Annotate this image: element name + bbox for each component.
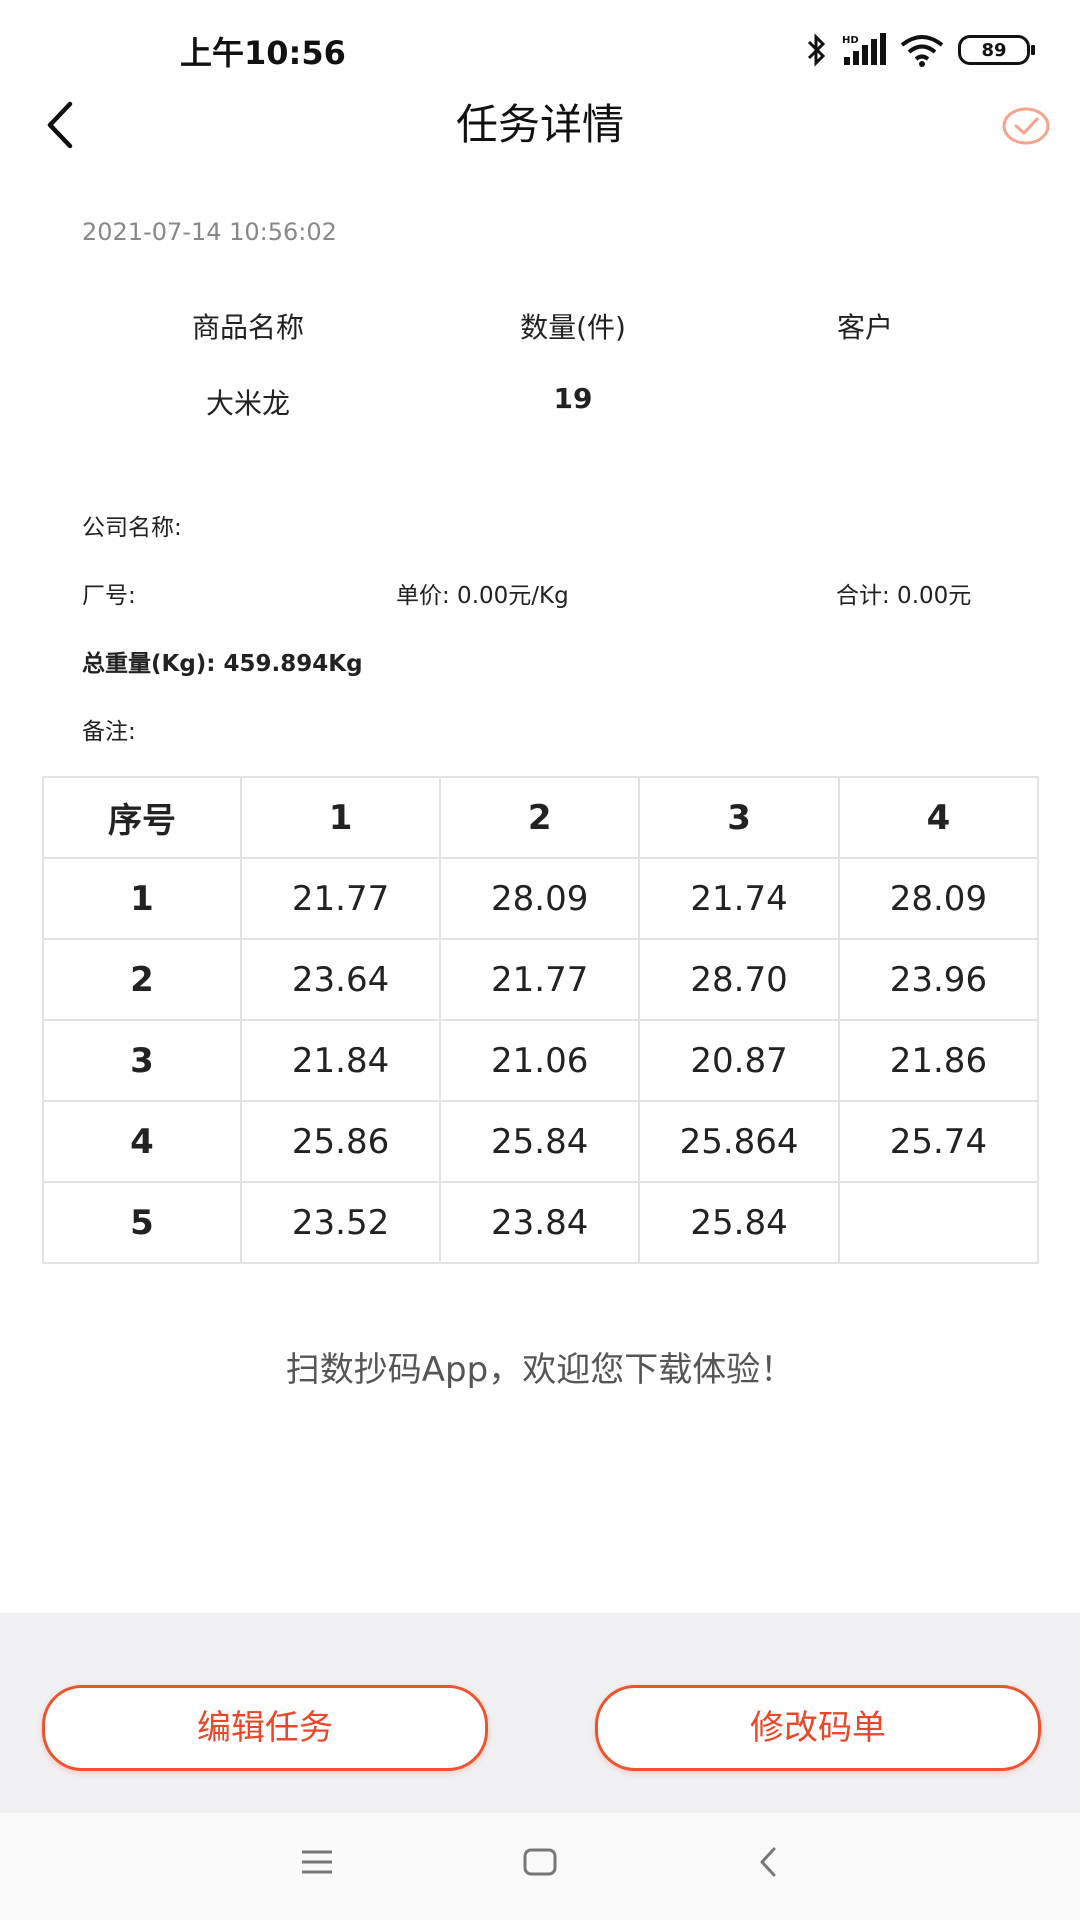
modify-code-sheet-button[interactable]: 修改码单 [595, 1685, 1041, 1771]
header-customer: 客户 [836, 311, 893, 344]
table-header: 序号 [42, 776, 242, 859]
table-cell: 23.52 [239, 1181, 442, 1264]
header-product-name: 商品名称 [191, 311, 304, 344]
table-cell: 28.09 [439, 857, 641, 940]
unit-price: 单价: 0.00元/Kg [396, 583, 569, 609]
battery-icon: 89 [958, 35, 1035, 65]
table-header-row: 序号 1 2 3 4 [42, 776, 1040, 859]
table-cell: 21.84 [239, 1019, 442, 1102]
weight-table: 序号 1 2 3 4 1 21.77 28.09 21.74 28.09 2 2… [42, 776, 1040, 1264]
table-row: 4 25.86 25.84 25.864 25.74 [42, 1100, 1040, 1183]
table-cell: 25.86 [239, 1100, 442, 1183]
bluetooth-icon [806, 33, 828, 67]
status-icons: HD 89 [806, 30, 1035, 70]
menu-icon[interactable] [300, 1847, 334, 1881]
value-quantity: 19 [553, 382, 593, 415]
svg-text:HD: HD [842, 35, 859, 46]
table-cell: 25.74 [837, 1100, 1040, 1183]
table-cell [837, 1181, 1040, 1264]
table-header: 1 [239, 776, 442, 859]
wifi-icon [900, 33, 944, 67]
home-square-icon[interactable] [522, 1847, 558, 1881]
table-cell: 28.70 [638, 938, 840, 1021]
back-triangle-icon[interactable] [756, 1847, 780, 1881]
remark: 备注: [82, 719, 136, 745]
status-time: 上午10:56 [180, 34, 346, 72]
task-timestamp: 2021-07-14 10:56:02 [82, 218, 337, 246]
table-row: 2 23.64 21.77 28.70 23.96 [42, 938, 1040, 1021]
table-cell: 23.64 [239, 938, 442, 1021]
action-area: 编辑任务 修改码单 [0, 1613, 1080, 1813]
table-row: 3 21.84 21.06 20.87 21.86 [42, 1019, 1040, 1102]
table-cell: 25.864 [638, 1100, 840, 1183]
signal-hd-icon: HD [842, 33, 886, 67]
table-cell: 5 [42, 1181, 242, 1264]
table-cell: 21.86 [837, 1019, 1040, 1102]
table-header: 3 [638, 776, 840, 859]
table-cell: 20.87 [638, 1019, 840, 1102]
table-row: 1 21.77 28.09 21.74 28.09 [42, 857, 1040, 940]
table-cell: 2 [42, 938, 242, 1021]
status-bar: 上午10:56 HD 89 [0, 0, 1080, 100]
table-cell: 23.96 [837, 938, 1040, 1021]
title-bar: 任务详情 [0, 100, 1080, 220]
table-cell: 1 [42, 857, 242, 940]
table-header: 2 [439, 776, 641, 859]
company-name: 公司名称: [82, 515, 182, 541]
battery-level: 89 [981, 39, 1007, 61]
total-amount: 合计: 0.00元 [836, 583, 972, 609]
header-quantity: 数量(件) [520, 311, 626, 344]
factory-number: 厂号: [82, 583, 136, 609]
table-cell: 25.84 [638, 1181, 840, 1264]
table-cell: 23.84 [439, 1181, 641, 1264]
table-row: 5 23.52 23.84 25.84 [42, 1181, 1040, 1264]
table-cell: 3 [42, 1019, 242, 1102]
table-cell: 25.84 [439, 1100, 641, 1183]
table-cell: 28.09 [837, 857, 1040, 940]
check-circle-icon[interactable] [1000, 104, 1052, 148]
system-nav-bar [0, 1813, 1080, 1920]
table-cell: 21.77 [239, 857, 442, 940]
table-cell: 21.77 [439, 938, 641, 1021]
value-product-name: 大米龙 [205, 387, 290, 420]
table-cell: 21.06 [439, 1019, 641, 1102]
table-cell: 4 [42, 1100, 242, 1183]
footer-note: 扫数抄码App，欢迎您下载体验！ [285, 1350, 795, 1390]
page-title: 任务详情 [455, 100, 624, 149]
table-header: 4 [837, 776, 1040, 859]
edit-task-button[interactable]: 编辑任务 [42, 1685, 488, 1771]
total-weight: 总重量(Kg): 459.894Kg [82, 651, 363, 677]
table-cell: 21.74 [638, 857, 840, 940]
